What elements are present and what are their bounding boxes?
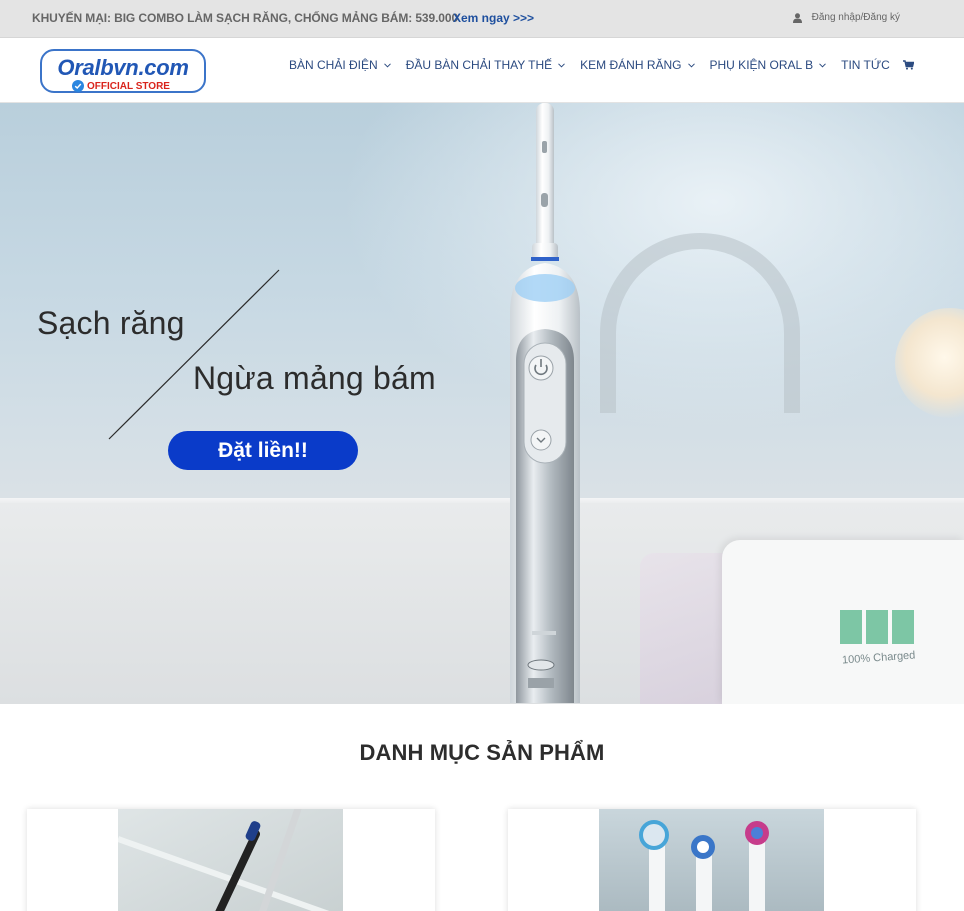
nav-item-label: KEM ĐÁNH RĂNG [580,58,682,72]
nav-item-label: ĐẦU BÀN CHẢI THAY THẾ [405,58,553,72]
chevron-down-icon [383,62,391,68]
user-icon [792,12,802,23]
chevron-down-icon [819,62,826,68]
nav-item-label: BÀN CHẢI ĐIỆN [289,58,378,72]
battery-icon [840,610,915,644]
toothbrush-image [510,103,580,703]
charger-text: 100% Charged [841,649,916,667]
site-header: Oralbvn.com OFFICIAL STORE BÀN CHẢI ĐIỆN… [0,39,964,103]
nav-item-kem-danh-rang[interactable]: KEM ĐÁNH RĂNG [580,58,695,72]
category-card[interactable] [27,809,435,911]
nav-item-dau-ban-chai[interactable]: ĐẦU BÀN CHẢI THAY THẾ [405,58,566,72]
nav-item-phu-kien[interactable]: PHỤ KIỆN ORAL B [710,58,827,72]
cart-button[interactable] [902,60,914,70]
category-image-brush-heads[interactable] [599,809,824,911]
login-link[interactable]: Đăng nhập/Đăng ký [792,12,900,23]
charger-display-image: 100% Charged [722,540,964,704]
login-label: Đăng nhập/Đăng ký [811,12,900,23]
order-now-button[interactable]: Đặt liền!! [168,431,358,470]
hero-title-line2: Ngừa mảng bám [193,360,436,396]
promo-text: KHUYẾN MẠI: BIG COMBO LÀM SẠCH RĂNG, CHỐ… [32,11,459,25]
nav-item-tin-tuc[interactable]: TIN TỨC [841,58,890,72]
site-logo[interactable]: Oralbvn.com OFFICIAL STORE [40,49,206,93]
nav-item-label: PHỤ KIỆN ORAL B [709,58,814,72]
category-card[interactable] [508,809,916,911]
verified-check-icon [72,80,84,92]
logo-name: Oralbvn.com [57,55,189,80]
hero-divider-line [108,269,280,440]
hero-title-line1: Sạch răng [37,305,185,341]
charger-screen: 100% Charged [840,610,916,667]
chevron-down-icon [558,62,566,68]
logo-sub-text: OFFICIAL STORE [87,80,170,92]
nav-item-ban-chai-dien[interactable]: BÀN CHẢI ĐIỆN [289,58,391,72]
logo-subtitle: OFFICIAL STORE [72,80,170,92]
main-nav: BÀN CHẢI ĐIỆN ĐẦU BÀN CHẢI THAY THẾ KEM … [289,58,914,72]
category-image-toothbrushes[interactable] [118,809,343,911]
promo-bar: KHUYẾN MẠI: BIG COMBO LÀM SẠCH RĂNG, CHỐ… [0,0,964,38]
section-title: DANH MỤC SẢN PHẨM [359,740,605,765]
nav-item-label: TIN TỨC [841,58,890,72]
hero-banner: 100% Charged Sạch răng Ngừa mảng bám Đặt… [0,103,964,704]
promo-link[interactable]: Xem ngay >>> [453,11,534,25]
cart-icon [902,60,914,70]
chevron-down-icon [687,62,695,68]
